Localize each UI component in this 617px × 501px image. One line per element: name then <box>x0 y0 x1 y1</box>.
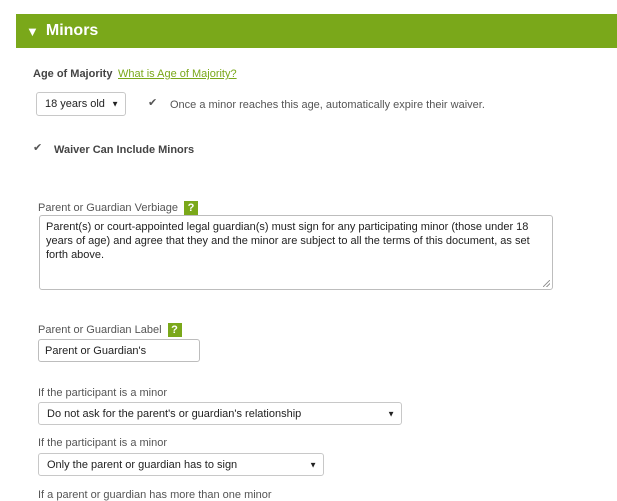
multiple-minors-label: If a parent or guardian has more than on… <box>38 489 272 501</box>
signer-label: If the participant is a minor <box>38 437 168 449</box>
age-of-majority-select[interactable]: 18 years old ▼ <box>36 92 126 116</box>
verbiage-textarea[interactable]: Parent(s) or court-appointed legal guard… <box>39 215 553 290</box>
section-title: Minors <box>45 22 99 39</box>
verbiage-text: Parent(s) or court-appointed legal guard… <box>46 221 530 261</box>
age-of-majority-label: Age of Majority <box>33 68 113 80</box>
chevron-down-icon: ▼ <box>111 99 119 109</box>
chevron-down-icon: ▼ <box>309 460 317 469</box>
guardian-label-title: Parent or Guardian Label <box>38 323 162 336</box>
waiver-include-minors-label: Waiver Can Include Minors <box>54 144 195 156</box>
verbiage-label: Parent or Guardian Verbiage <box>38 201 179 214</box>
age-of-majority-value: 18 years old <box>45 98 105 110</box>
resize-handle-icon[interactable] <box>543 280 550 287</box>
auto-expire-checkbox[interactable]: ✔ <box>148 97 158 108</box>
relationship-label: If the participant is a minor <box>38 387 168 399</box>
guardian-label-value: Parent or Guardian's <box>45 344 147 357</box>
auto-expire-label: Once a minor reaches this age, automatic… <box>170 99 485 111</box>
chevron-down-icon: ▼ <box>387 409 395 418</box>
verbiage-label-row: Parent or Guardian Verbiage? <box>38 201 199 215</box>
guardian-label-row: Parent or Guardian Label? <box>38 323 182 337</box>
guardian-label-help-icon[interactable]: ? <box>167 323 182 337</box>
waiver-include-minors-checkbox[interactable]: ✔ <box>33 142 43 153</box>
verbiage-help-icon[interactable]: ? <box>184 201 199 215</box>
what-is-age-of-majority-link[interactable]: What is Age of Majority? <box>118 68 237 80</box>
guardian-label-input[interactable]: Parent or Guardian's <box>38 339 200 362</box>
signer-value: Only the parent or guardian has to sign <box>47 458 238 471</box>
relationship-select[interactable]: Do not ask for the parent's or guardian'… <box>38 402 402 425</box>
minors-section-header[interactable]: ▼ Minors <box>16 14 617 48</box>
signer-select[interactable]: Only the parent or guardian has to sign … <box>38 453 324 476</box>
relationship-value: Do not ask for the parent's or guardian'… <box>47 407 302 420</box>
collapse-triangle-icon: ▼ <box>26 23 39 39</box>
